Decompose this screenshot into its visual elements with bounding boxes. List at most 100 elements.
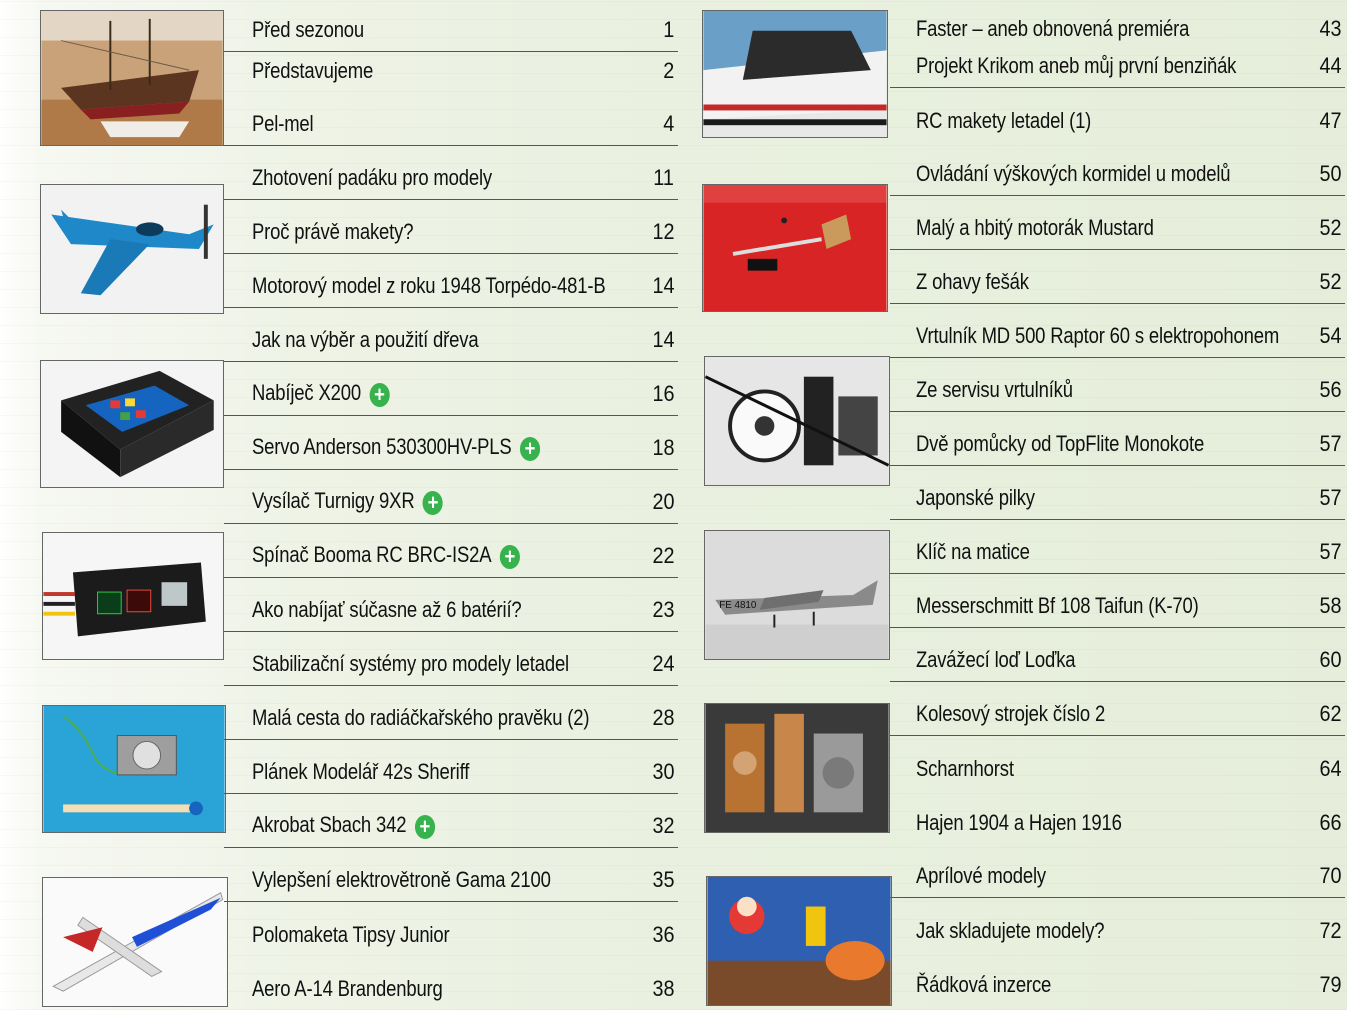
contents-entry[interactable]: Vysílač Turnigy 9XR +20 [224,470,678,524]
entry-page-number: 16 [651,381,674,406]
contents-entry[interactable]: Malý a hbitý motorák Mustard 52 [890,196,1345,250]
entry-title: Ako nabíjať súčasne až 6 batérií? [252,597,522,622]
contents-entry[interactable]: Jak na výběr a použití dřeva 14 [224,308,678,362]
entry-page-number: 14 [651,273,674,298]
entry-page-number: 70 [1318,863,1341,888]
ship-model-photo-image [41,11,223,145]
contents-entry[interactable]: Japonské pilky 57 [890,466,1345,520]
entry-title: Řádková inzerce [916,972,1052,997]
steam-engine-photo [704,703,890,833]
entry-page-number: 79 [1318,972,1341,997]
contents-entry[interactable]: Aprílové modely 70 [890,844,1345,898]
contents-entry[interactable]: Pel-mel 4 [224,92,678,146]
entry-page-number: 64 [1318,756,1341,781]
entry-title: Messerschmitt Bf 108 Taifun (K-70) [916,593,1199,618]
contents-entry[interactable]: Hajen 1904 a Hajen 1916 66 [890,790,1345,844]
switch-photo-image [43,533,223,659]
entry-title: Vylepšení elektrovětroně Gama 2100 [252,867,551,892]
entry-page-number: 32 [651,813,674,838]
glider-photo [42,877,228,1007]
contents-entry[interactable]: Ze servisu vrtulníků 56 [890,358,1345,412]
entry-page-number: 47 [1318,108,1341,133]
servo-mechanism-photo-image [43,706,225,832]
entry-title: Hajen 1904 a Hajen 1916 [916,810,1122,835]
entry-title-text: Nabíječ X200 [252,380,361,405]
entry-page-number: 72 [1318,918,1341,943]
contents-entry[interactable]: Ako nabíjať súčasne až 6 batérií? 23 [224,578,678,632]
entry-title: Stabilizační systémy pro modely letadel [252,651,569,676]
ship-model-photo [40,10,224,146]
contents-entry[interactable]: Ovládání výškových kormidel u modelů 50 [890,142,1345,196]
contents-entry[interactable]: RC makety letadel (1) 47 [890,88,1345,142]
contents-entry[interactable]: Z ohavy fešák 52 [890,250,1345,304]
april-models-photo [706,876,892,1006]
contents-entry[interactable]: Vylepšení elektrovětroně Gama 2100 35 [224,848,678,902]
contents-entry[interactable]: Messerschmitt Bf 108 Taifun (K-70) 58 [890,574,1345,628]
plus-icon: + [499,545,520,569]
plus-icon: + [414,815,435,839]
entry-page-number: 50 [1318,161,1341,186]
contents-entry[interactable]: Zavážecí loď Loďka 60 [890,628,1345,682]
entry-page-number: 44 [1318,53,1341,78]
entry-page-number: 57 [1318,485,1341,510]
entry-title: Plánek Modelář 42s Sheriff [252,759,470,784]
contents-entry[interactable]: Klíč na matice 57 [890,520,1345,574]
contents-entry[interactable]: Projekt Krikom aneb můj první benziňák 44 [890,34,1345,88]
entry-page-number: 18 [651,435,674,460]
entry-page-number: 2 [662,58,674,83]
entry-page-number: 22 [651,543,674,568]
contents-entry[interactable]: Vrtulník MD 500 Raptor 60 s elektropohon… [890,304,1345,358]
contents-entry[interactable]: Dvě pomůcky od TopFlite Monokote 57 [890,412,1345,466]
entry-title-text: Spínač Booma RC BRC-IS2A [252,542,492,567]
april-models-photo-image [707,877,891,1005]
entry-title: Aero A-14 Brandenburg [252,976,443,1001]
entry-page-number: 62 [1318,701,1341,726]
entry-page-number: 52 [1318,215,1341,240]
entry-title: Jak na výběr a použití dřeva [252,327,479,352]
entry-page-number: 24 [651,651,674,676]
entry-title: Malá cesta do radiáčkařského pravěku (2) [252,705,590,730]
entry-page-number: 60 [1318,647,1341,672]
contents-entry[interactable]: Spínač Booma RC BRC-IS2A +22 [224,524,678,578]
entry-title: Ovládání výškových kormidel u modelů [916,161,1231,186]
contents-entry[interactable]: Akrobat Sbach 342 +32 [224,794,678,848]
contents-entry[interactable]: Kolesový strojek číslo 2 62 [890,682,1345,736]
helicopter-mechanics-photo [704,356,890,486]
contents-entry[interactable]: Motorový model z roku 1948 Torpédo-481-B… [224,254,678,308]
switch-photo [42,532,224,660]
entry-page-number: 36 [651,922,674,947]
plus-icon: + [422,491,444,515]
contents-entry[interactable]: Servo Anderson 530300HV-PLS +18 [224,416,678,470]
entry-title: Dvě pomůcky od TopFlite Monokote [916,431,1205,456]
entry-page-number: 38 [651,976,674,1001]
contents-entry[interactable]: Aero A-14 Brandenburg 38 [224,956,678,1010]
contents-entry[interactable]: Malá cesta do radiáčkařského pravěku (2)… [224,686,678,740]
contents-entry[interactable]: Představujeme 2 [224,38,678,92]
entry-title: Jak skladujete modely? [916,918,1105,943]
control-horn-photo-image [703,185,887,311]
entry-page-number: 30 [651,759,674,784]
contents-entry[interactable]: Jak skladujete modely? 72 [890,898,1345,952]
steam-engine-photo-image [705,704,889,832]
entry-title: Klíč na matice [916,539,1030,564]
entry-page-number: 57 [1318,539,1341,564]
entry-title: Polomaketa Tipsy Junior [252,922,450,947]
entry-page-number: 23 [651,597,674,622]
entry-page-number: 11 [653,165,674,190]
entry-page-number: 4 [662,111,674,136]
entry-title: Nabíječ X200 + [252,380,390,407]
contents-entry[interactable]: Řádková inzerce 79 [890,952,1345,1006]
entry-page-number: 28 [651,705,674,730]
contents-entry[interactable]: Proč právě makety? 12 [224,200,678,254]
contents-entry[interactable]: Scharnhorst 64 [890,736,1345,790]
messerschmitt-photo: FE 4810 [704,530,890,660]
contents-entry[interactable]: Zhotovení padáku pro modely 11 [224,146,678,200]
contents-entry[interactable]: Polomaketa Tipsy Junior 36 [224,902,678,956]
entry-title: Aprílové modely [916,863,1046,888]
entry-title: Z ohavy fešák [916,269,1029,294]
contents-entry[interactable]: Nabíječ X200 + 16 [224,362,678,416]
contents-entry[interactable]: Plánek Modelář 42s Sheriff 30 [224,740,678,794]
contents-entry[interactable]: Stabilizační systémy pro modely letadel 2… [224,632,678,686]
entry-page-number: 57 [1318,431,1341,456]
entry-page-number: 20 [651,489,674,514]
